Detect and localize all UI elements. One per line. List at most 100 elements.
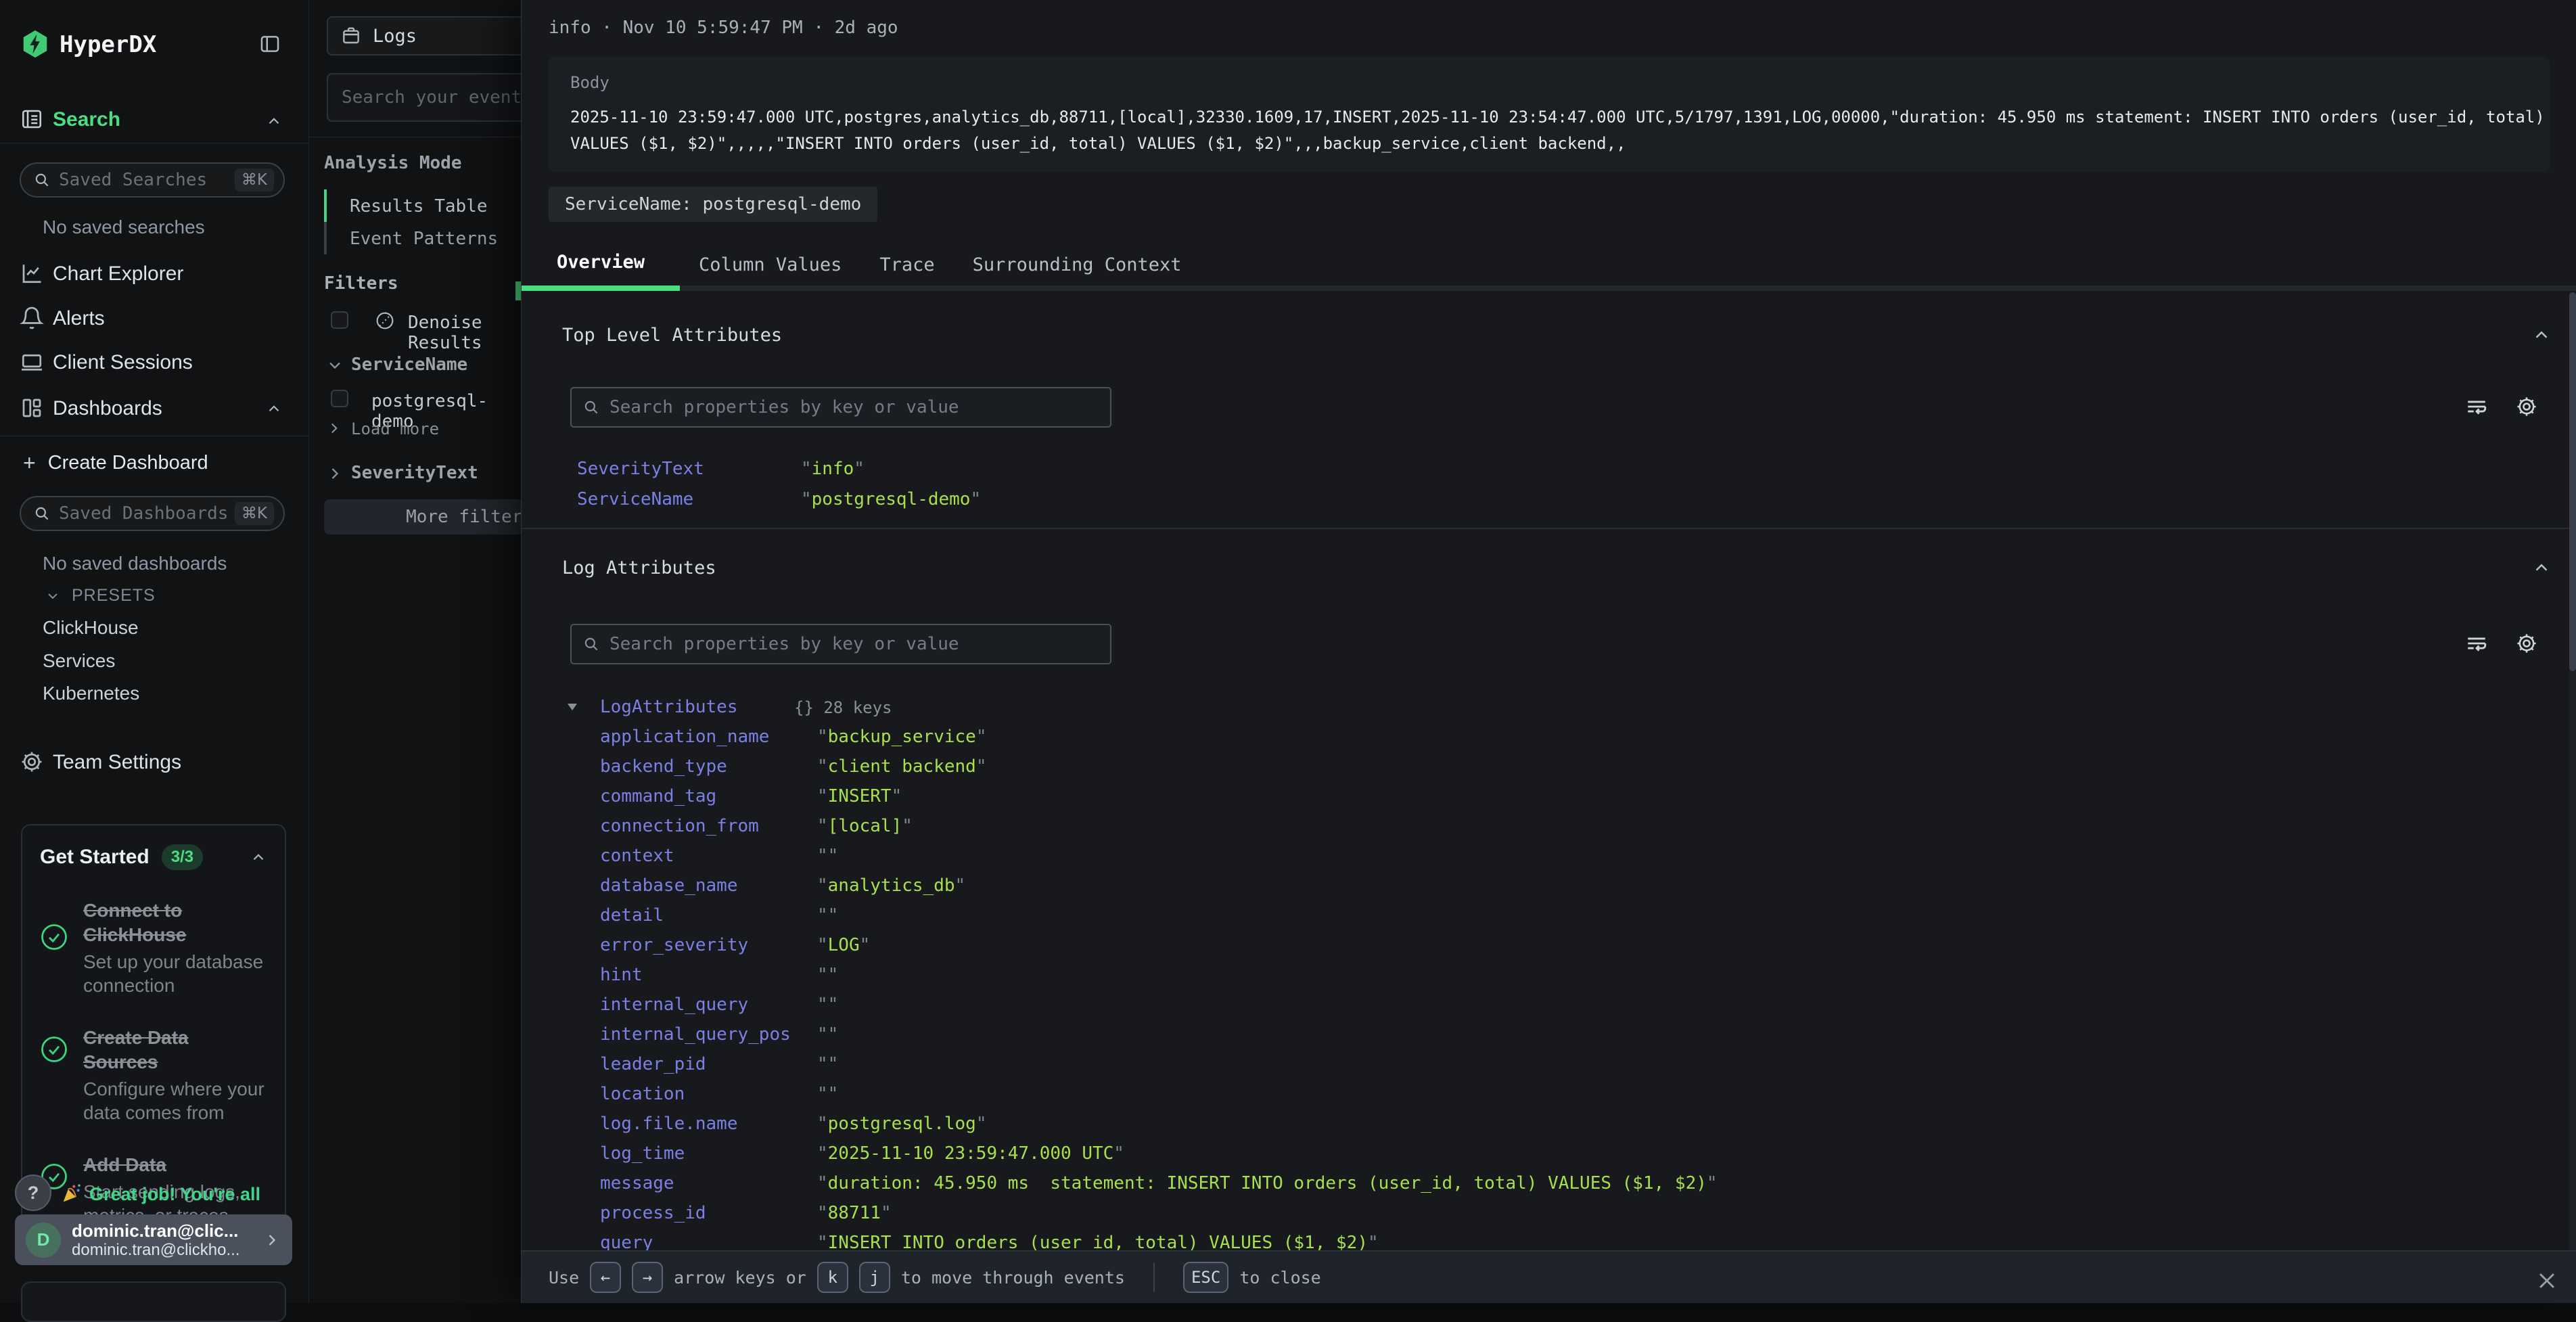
attr-key[interactable]: message [600, 1173, 674, 1193]
attr-key[interactable]: leader_pid [600, 1054, 706, 1074]
sidebar-item-client-sessions[interactable]: Client Sessions [53, 351, 193, 374]
user-account-button[interactable]: D dominic.tran@clic... dominic.tran@clic… [15, 1214, 292, 1265]
partial-card[interactable] [21, 1281, 286, 1322]
saved-searches-field[interactable] [59, 170, 235, 190]
attr-value[interactable] [817, 965, 838, 985]
tab-column-values[interactable]: Column Values [680, 238, 860, 291]
attr-key[interactable]: database_name [600, 875, 738, 896]
congrats-text: Great job! You're all [89, 1184, 260, 1205]
wrap-lines-icon[interactable] [2465, 395, 2488, 418]
log-attrs-root-row[interactable]: LogAttributes {} 28 keys [522, 693, 2576, 723]
scrollbar-thumb[interactable] [2569, 292, 2576, 671]
attr-key[interactable]: error_severity [600, 935, 748, 955]
sidebar-item-alerts[interactable]: Alerts [53, 307, 105, 330]
collapse-sidebar-icon[interactable] [258, 32, 281, 55]
attr-key[interactable]: log_time [600, 1143, 685, 1164]
get-started-item[interactable]: Create Data Sources Configure where your… [22, 1026, 285, 1124]
service-tag[interactable]: ServiceName: postgresql-demo [549, 187, 877, 222]
saved-dashboards-input[interactable]: ⌘K [20, 496, 285, 531]
sidebar-item-team-settings[interactable]: Team Settings [53, 751, 181, 774]
top-attrs-search-field[interactable] [610, 397, 1099, 417]
left-arrow-key: ← [590, 1262, 621, 1293]
attr-value[interactable]: 88711 [817, 1203, 892, 1223]
collapse-section-icon[interactable] [2531, 325, 2552, 345]
tab-overview[interactable]: Overview [522, 238, 680, 291]
top-attrs-search[interactable] [570, 387, 1111, 428]
attr-value[interactable]: INSERT INTO orders (user_id, total) VALU… [817, 1233, 1379, 1250]
sidebar-item-dashboards[interactable]: Dashboards [53, 397, 162, 420]
chevron-right-icon[interactable] [325, 419, 343, 437]
attr-value[interactable]: postgresql.log [817, 1114, 986, 1134]
tab-trace[interactable]: Trace [860, 238, 953, 291]
attr-key[interactable]: process_id [600, 1203, 706, 1223]
chevron-up-icon[interactable] [265, 400, 283, 417]
mode-event-patterns[interactable]: Event Patterns [350, 229, 498, 249]
denoise-label[interactable]: Denoise Results [408, 313, 521, 353]
presets-toggle[interactable]: PRESETS [45, 586, 156, 606]
sidebar-item-chart-explorer[interactable]: Chart Explorer [53, 263, 183, 286]
attr-value[interactable]: info [801, 459, 865, 479]
chevron-up-icon[interactable] [265, 112, 283, 130]
attr-value[interactable]: 2025-11-10 23:59:47.000 UTC [817, 1143, 1124, 1164]
create-dashboard-label: Create Dashboard [48, 452, 208, 474]
attr-key[interactable]: log.file.name [600, 1114, 738, 1134]
attr-key[interactable]: application_name [600, 727, 769, 747]
attr-key[interactable]: SeverityText [577, 459, 704, 479]
event-body-card[interactable]: Body 2025-11-10 23:59:47.000 UTC,postgre… [549, 57, 2550, 172]
mode-results-table[interactable]: Results Table [350, 196, 488, 216]
chevron-right-icon [262, 1231, 281, 1250]
denoise-checkbox[interactable] [331, 311, 348, 329]
attr-key[interactable]: command_tag [600, 786, 716, 806]
saved-searches-input[interactable]: ⌘K [20, 162, 285, 198]
postgresql-demo-checkbox[interactable] [331, 390, 348, 407]
attr-key[interactable]: internal_query [600, 995, 748, 1015]
attr-key[interactable]: ServiceName [577, 489, 693, 509]
chevron-right-icon[interactable] [325, 464, 344, 483]
attr-value[interactable] [817, 846, 838, 866]
wrap-lines-icon[interactable] [2465, 632, 2488, 655]
attr-value[interactable] [817, 1084, 838, 1104]
attr-key[interactable]: context [600, 846, 674, 866]
attr-value[interactable]: LOG [817, 935, 870, 955]
filter-group-servicename[interactable]: ServiceName [351, 355, 467, 375]
attr-key[interactable]: query [600, 1233, 653, 1250]
filter-group-severitytext[interactable]: SeverityText [351, 463, 478, 483]
log-attrs-search-field[interactable] [610, 634, 1099, 654]
attr-key[interactable]: LogAttributes [600, 697, 738, 717]
attr-value[interactable]: postgresql-demo [801, 489, 981, 509]
attr-value[interactable]: backup_service [817, 727, 986, 747]
get-started-item-title: Create Data Sources [83, 1026, 267, 1074]
tab-surrounding-context[interactable]: Surrounding Context [954, 238, 1201, 291]
create-dashboard-button[interactable]: + Create Dashboard [23, 451, 208, 476]
load-more-button[interactable]: Load more [351, 419, 439, 438]
attr-value[interactable] [817, 1054, 838, 1074]
attr-key[interactable]: detail [600, 905, 664, 926]
chevron-down-icon[interactable] [325, 356, 344, 375]
preset-services[interactable]: Services [43, 650, 115, 672]
attr-value[interactable] [817, 1024, 838, 1045]
attr-key[interactable]: location [600, 1084, 685, 1104]
gear-icon[interactable] [2515, 632, 2538, 655]
attr-key[interactable]: backend_type [600, 756, 727, 777]
saved-dashboards-field[interactable] [59, 503, 235, 524]
attr-value[interactable]: duration: 45.950 ms statement: INSERT IN… [817, 1173, 1718, 1193]
attr-value[interactable] [817, 995, 838, 1015]
attr-value[interactable]: client backend [817, 756, 986, 777]
get-started-item[interactable]: Connect to ClickHouse Set up your databa… [22, 898, 285, 997]
preset-kubernetes[interactable]: Kubernetes [43, 683, 139, 704]
close-icon[interactable] [2535, 1269, 2558, 1292]
attr-value[interactable]: INSERT [817, 786, 902, 806]
attr-key[interactable]: internal_query_pos [600, 1024, 791, 1045]
attr-key[interactable]: hint [600, 965, 643, 985]
collapse-section-icon[interactable] [2531, 557, 2552, 578]
sidebar-item-search[interactable]: Search [53, 108, 120, 131]
attr-value[interactable] [817, 905, 838, 926]
attr-value[interactable]: [local] [817, 816, 913, 836]
log-attrs-search[interactable] [570, 624, 1111, 664]
attr-value[interactable]: analytics_db [817, 875, 965, 896]
preset-clickhouse[interactable]: ClickHouse [43, 617, 139, 639]
help-button[interactable]: ? [15, 1175, 51, 1211]
chevron-up-icon[interactable] [250, 848, 267, 866]
attr-key[interactable]: connection_from [600, 816, 759, 836]
gear-icon[interactable] [2515, 395, 2538, 418]
